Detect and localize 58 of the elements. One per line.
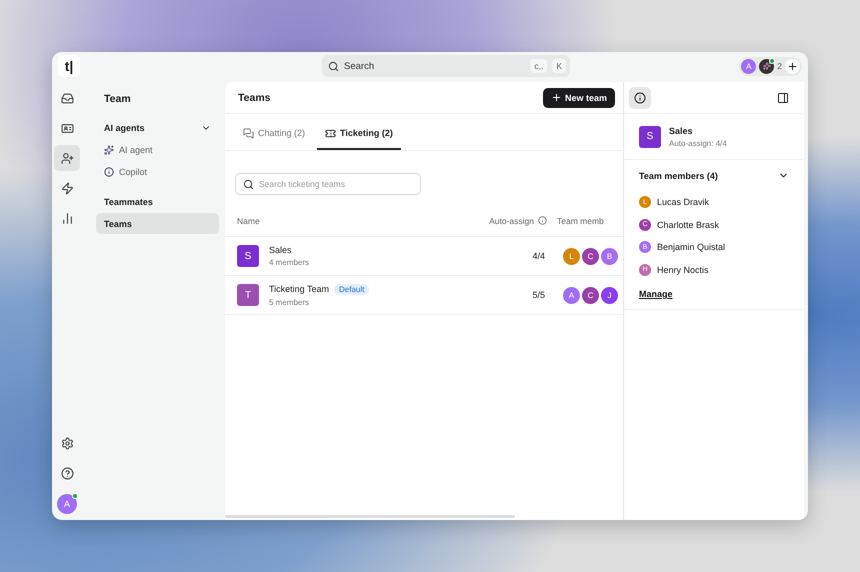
- info-icon[interactable]: [629, 86, 651, 108]
- auto-assign-value: 4/4: [531, 251, 546, 261]
- member-avatar: C: [582, 248, 599, 264]
- search-field[interactable]: Search c.. K: [322, 55, 570, 77]
- search-icon: [328, 60, 339, 72]
- section-title: Team: [103, 93, 132, 105]
- scrollbar[interactable]: [225, 515, 515, 518]
- nav-item[interactable]: Teams: [96, 213, 219, 234]
- column-header: Team memb: [557, 216, 605, 226]
- presence-count: 2: [777, 61, 782, 71]
- new-team-button[interactable]: New team: [542, 88, 615, 108]
- member-name: Benjamin Quistal: [657, 242, 726, 252]
- member-name: Henry Noctis: [657, 264, 709, 275]
- default-badge: Default: [334, 284, 370, 294]
- tab[interactable]: Chatting (2): [235, 118, 314, 150]
- ticket-icon: [325, 128, 336, 138]
- plus-icon: [550, 92, 562, 103]
- member-name: Charlotte Brask: [657, 220, 720, 230]
- shortcut-key: K: [552, 59, 566, 73]
- member-avatar: B: [601, 248, 618, 264]
- placeholder-text: Search ticketing teams: [259, 179, 345, 189]
- plus-icon: [787, 60, 798, 72]
- member-count: 4 members: [269, 258, 310, 267]
- member-name: Lucas Dravik: [657, 197, 710, 208]
- presence-group[interactable]: A 2: [739, 56, 802, 76]
- sparkle-icon: [104, 144, 114, 154]
- auto-assign-label: Auto-assign: 4/4: [669, 138, 727, 148]
- user-avatar: A: [741, 58, 756, 74]
- nav-item[interactable]: AI agent: [96, 139, 219, 160]
- members-heading: Team members (4): [639, 170, 718, 180]
- team-icon: T: [237, 284, 259, 306]
- column-header: Auto-assign: [473, 216, 557, 226]
- page-title: Teams: [238, 92, 270, 104]
- column-header: Name: [237, 216, 261, 226]
- team-icon: S: [639, 126, 661, 148]
- team-name[interactable]: Ticketing Team: [269, 284, 330, 294]
- member-count: 5 members: [269, 298, 310, 306]
- member-avatar: C: [582, 286, 599, 304]
- team-name[interactable]: Sales: [269, 245, 292, 255]
- chat-bubbles-icon: [243, 128, 254, 138]
- add-button[interactable]: [785, 58, 800, 74]
- member-avatar: L: [563, 248, 580, 264]
- bot-avatar-icon: [759, 58, 774, 74]
- shortcut-key: c..: [530, 59, 548, 73]
- auto-assign-value: 5/5: [531, 290, 546, 300]
- team-name: Sales: [669, 126, 694, 136]
- user-plus-icon[interactable]: [54, 145, 80, 171]
- nav-item[interactable]: Copilot: [96, 161, 219, 182]
- section-heading: AI agents: [104, 123, 145, 133]
- team-icon: S: [237, 245, 259, 267]
- section-heading: Teammates: [104, 197, 153, 207]
- member-avatar: A: [563, 286, 580, 304]
- search-icon: [243, 178, 254, 190]
- manage-link[interactable]: Manage: [639, 289, 673, 299]
- member-avatar: J: [601, 286, 618, 304]
- app-logo[interactable]: t|: [58, 55, 80, 77]
- tab[interactable]: Ticketing (2): [317, 118, 401, 150]
- info-icon: [538, 216, 547, 225]
